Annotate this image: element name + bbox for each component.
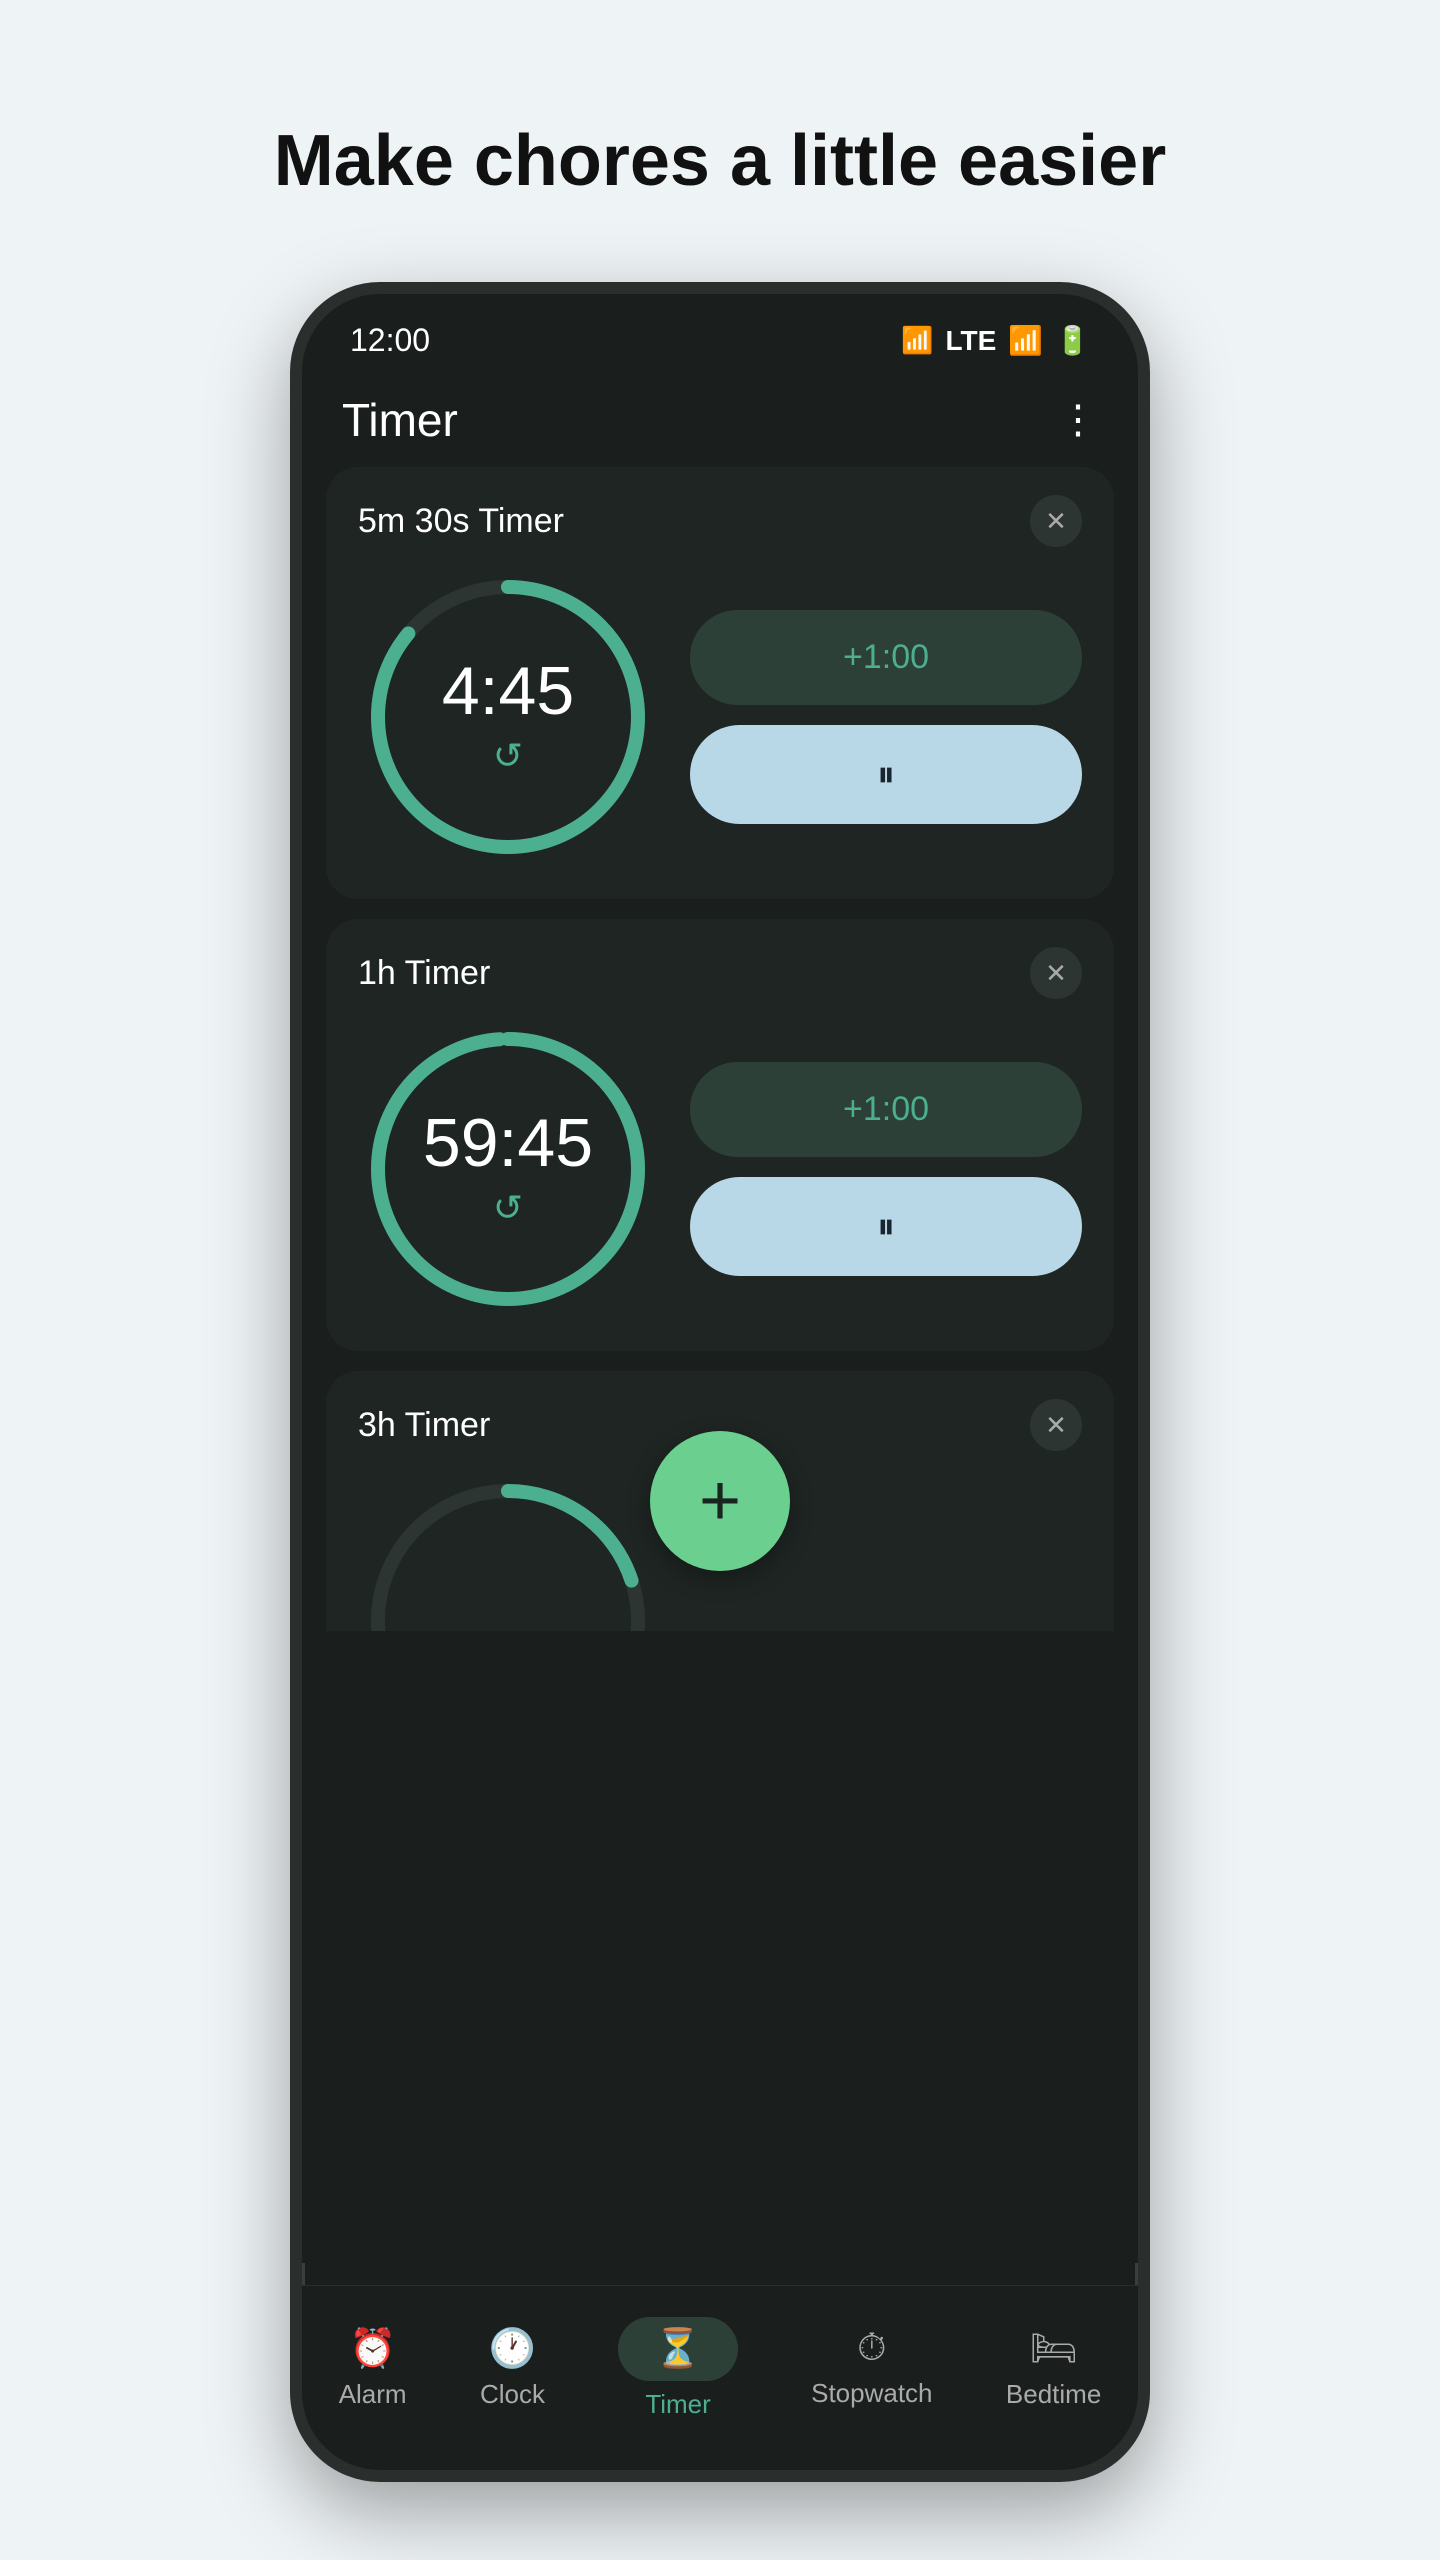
timer-card-1: 5m 30s Timer ✕ 4:45 ↺ +1:00	[326, 467, 1114, 899]
nav-bedtime-label: Bedtime	[1006, 2379, 1101, 2410]
nav-clock[interactable]: 🕐 Clock	[460, 2317, 565, 2420]
timer-icon: ⏳	[654, 2328, 701, 2370]
timer-card-2: 1h Timer ✕ 59:45 ↺ +1:00	[326, 919, 1114, 1351]
wifi-icon: 📶	[901, 325, 933, 356]
timer2-controls: +1:00 ⏸	[690, 1062, 1082, 1276]
app-title: Timer	[342, 393, 458, 447]
clock-icon: 🕐	[489, 2328, 536, 2370]
timer1-add-time-button[interactable]: +1:00	[690, 610, 1082, 705]
nav-timer[interactable]: ⏳ Timer	[598, 2307, 757, 2430]
timer2-reset-icon[interactable]: ↺	[493, 1187, 523, 1229]
status-bar: 12:00 📶 LTE 📶 🔋	[302, 294, 1138, 369]
timer1-circle: 4:45 ↺	[358, 567, 658, 867]
timer1-time: 4:45	[442, 657, 574, 725]
nav-stopwatch-label: Stopwatch	[811, 2378, 932, 2409]
bottom-nav: ⏰ Alarm 🕐 Clock ⏳ Timer ⏱ Stopwatch 🛏	[302, 2285, 1138, 2470]
timer2-close-button[interactable]: ✕	[1030, 947, 1082, 999]
timer1-body: 4:45 ↺ +1:00 ⏸	[358, 567, 1082, 867]
alarm-icon: ⏰	[349, 2328, 396, 2370]
add-timer-fab-button[interactable]: +	[650, 1431, 790, 1571]
timer1-reset-icon[interactable]: ↺	[493, 735, 523, 777]
nav-alarm[interactable]: ⏰ Alarm	[319, 2317, 427, 2420]
bedtime-icon: 🛏	[1029, 2328, 1077, 2370]
timer3-close-button[interactable]: ✕	[1030, 1399, 1082, 1451]
pause-icon: ⏸	[877, 753, 895, 796]
timer1-close-button[interactable]: ✕	[1030, 495, 1082, 547]
timer1-header: 5m 30s Timer ✕	[358, 495, 1082, 547]
lte-label: LTE	[945, 325, 996, 357]
timer1-center: 4:45 ↺	[358, 567, 658, 867]
nav-bedtime[interactable]: 🛏 Bedtime	[986, 2317, 1121, 2420]
page-headline: Make chores a little easier	[274, 120, 1166, 202]
status-icons: 📶 LTE 📶 🔋	[901, 324, 1090, 357]
phone-device: 12:00 📶 LTE 📶 🔋 Timer ⋮ 5m 30s Timer ✕	[290, 282, 1150, 2482]
timer2-label: 1h Timer	[358, 954, 490, 993]
nav-timer-label: Timer	[645, 2389, 710, 2420]
timer2-header: 1h Timer ✕	[358, 947, 1082, 999]
timer2-pause-button[interactable]: ⏸	[690, 1177, 1082, 1276]
battery-icon: 🔋	[1055, 324, 1090, 357]
app-header: Timer ⋮	[302, 369, 1138, 467]
timer2-circle: 59:45 ↺	[358, 1019, 658, 1319]
timer2-time: 59:45	[423, 1109, 593, 1177]
timer3-circle	[358, 1471, 658, 1631]
timer2-center: 59:45 ↺	[358, 1019, 658, 1319]
timer2-body: 59:45 ↺ +1:00 ⏸	[358, 1019, 1082, 1319]
nav-stopwatch[interactable]: ⏱ Stopwatch	[791, 2317, 952, 2419]
nav-clock-label: Clock	[480, 2379, 545, 2410]
status-time: 12:00	[350, 322, 430, 359]
nav-alarm-label: Alarm	[339, 2379, 407, 2410]
timer3-label: 3h Timer	[358, 1406, 490, 1445]
pause-icon-2: ⏸	[877, 1205, 895, 1248]
timer-card-3: 3h Timer ✕ +	[326, 1371, 1114, 1631]
timer1-pause-button[interactable]: ⏸	[690, 725, 1082, 824]
overflow-menu-button[interactable]: ⋮	[1058, 397, 1098, 443]
signal-icon: 📶	[1008, 324, 1043, 357]
timer1-label: 5m 30s Timer	[358, 502, 564, 541]
timer2-add-time-button[interactable]: +1:00	[690, 1062, 1082, 1157]
screen-content: 5m 30s Timer ✕ 4:45 ↺ +1:00	[302, 467, 1138, 2263]
timer1-controls: +1:00 ⏸	[690, 610, 1082, 824]
stopwatch-icon: ⏱	[857, 2327, 887, 2369]
